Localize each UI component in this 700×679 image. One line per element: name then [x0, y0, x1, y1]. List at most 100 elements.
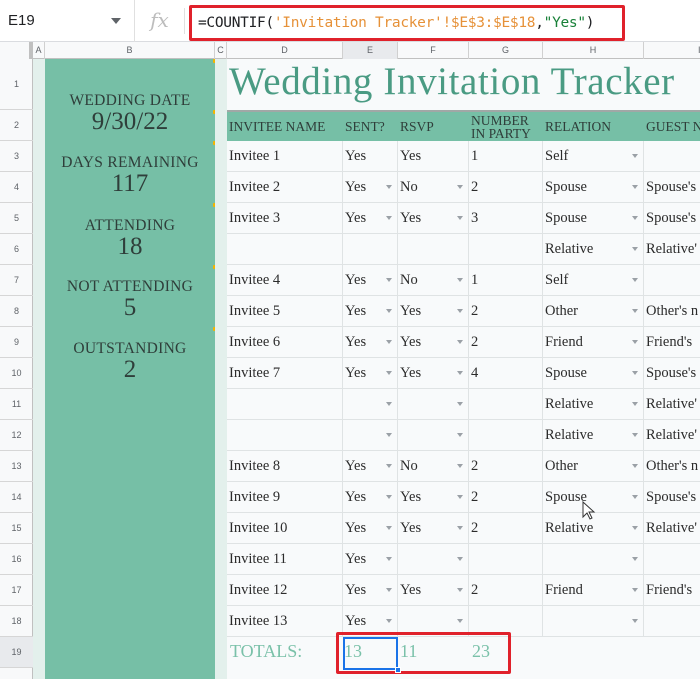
dropdown-arrow-icon[interactable]	[457, 495, 463, 499]
row-header-16[interactable]: 16	[0, 544, 33, 575]
dropdown-arrow-icon[interactable]	[386, 309, 392, 313]
invitee-name-cell[interactable]: Invitee 13	[227, 606, 343, 636]
relation-cell[interactable]: Spouse	[543, 172, 644, 202]
row-header-17[interactable]: 17	[0, 575, 33, 606]
dropdown-arrow-icon[interactable]	[457, 402, 463, 406]
dropdown-arrow-icon[interactable]	[632, 526, 638, 530]
fill-handle[interactable]	[395, 667, 401, 673]
dropdown-arrow-icon[interactable]	[632, 588, 638, 592]
invitee-name-cell[interactable]: Invitee 12	[227, 575, 343, 605]
dropdown-arrow-icon[interactable]	[457, 371, 463, 375]
dropdown-arrow-icon[interactable]	[632, 185, 638, 189]
dropdown-arrow-icon[interactable]	[457, 557, 463, 561]
relation-cell[interactable]: Spouse	[543, 358, 644, 388]
dropdown-arrow-icon[interactable]	[457, 309, 463, 313]
dropdown-arrow-icon[interactable]	[386, 185, 392, 189]
guest-name-cell[interactable]	[644, 606, 700, 636]
column-header-i[interactable]: I	[644, 42, 700, 59]
relation-cell[interactable]: Other	[543, 296, 644, 326]
guest-name-cell[interactable]: Relative'	[644, 420, 700, 450]
party-cell[interactable]: 2	[469, 575, 543, 605]
party-cell[interactable]: 1	[469, 141, 543, 171]
row-header-9[interactable]: 9	[0, 327, 33, 358]
guest-name-cell[interactable]: Friend's	[644, 575, 700, 605]
invitee-name-cell[interactable]: Invitee 3	[227, 203, 343, 233]
dropdown-arrow-icon[interactable]	[632, 371, 638, 375]
relation-cell[interactable]: Spouse	[543, 203, 644, 233]
invitee-name-cell[interactable]: Invitee 2	[227, 172, 343, 202]
dropdown-arrow-icon[interactable]	[632, 154, 638, 158]
rsvp-cell[interactable]: Yes	[398, 141, 469, 171]
party-cell[interactable]: 2	[469, 172, 543, 202]
dropdown-arrow-icon[interactable]	[386, 371, 392, 375]
dropdown-arrow-icon[interactable]	[457, 464, 463, 468]
invitee-name-cell[interactable]: Invitee 6	[227, 327, 343, 357]
row-header-11[interactable]: 11	[0, 389, 33, 420]
invitee-name-cell[interactable]	[227, 420, 343, 450]
column-header-a[interactable]: A	[33, 42, 45, 59]
chevron-down-icon[interactable]	[111, 17, 121, 24]
dropdown-arrow-icon[interactable]	[632, 309, 638, 313]
invitee-name-cell[interactable]	[227, 234, 343, 264]
relation-cell[interactable]: Relative	[543, 420, 644, 450]
row-header-5[interactable]: 5	[0, 203, 33, 234]
guest-name-cell[interactable]: Spouse's	[644, 358, 700, 388]
party-cell[interactable]: 2	[469, 296, 543, 326]
dropdown-arrow-icon[interactable]	[457, 433, 463, 437]
dropdown-arrow-icon[interactable]	[457, 216, 463, 220]
party-cell[interactable]	[469, 234, 543, 264]
invitee-name-cell[interactable]: Invitee 4	[227, 265, 343, 295]
invitee-name-cell[interactable]	[227, 389, 343, 419]
invitee-name-cell[interactable]: Invitee 5	[227, 296, 343, 326]
days-remaining-value[interactable]: 117	[45, 171, 215, 197]
guest-name-cell[interactable]: Other's n	[644, 296, 700, 326]
sent-cell[interactable]	[343, 234, 398, 264]
relation-cell[interactable]: Friend	[543, 575, 644, 605]
invitee-name-cell[interactable]: Invitee 9	[227, 482, 343, 512]
guest-name-cell[interactable]: Relative'	[644, 389, 700, 419]
column-header-f[interactable]: F	[398, 42, 469, 59]
party-cell[interactable]: 2	[469, 327, 543, 357]
relation-cell[interactable]: Relative	[543, 234, 644, 264]
column-header-g[interactable]: G	[469, 42, 543, 59]
dropdown-arrow-icon[interactable]	[632, 216, 638, 220]
invitee-name-cell[interactable]: Invitee 1	[227, 141, 343, 171]
wedding-date-value[interactable]: 9/30/22	[45, 109, 215, 135]
row-header-18[interactable]: 18	[0, 606, 33, 637]
dropdown-arrow-icon[interactable]	[386, 402, 392, 406]
party-cell[interactable]: 2	[469, 513, 543, 543]
row-header-7[interactable]: 7	[0, 265, 33, 296]
row-header-15[interactable]: 15	[0, 513, 33, 544]
dropdown-arrow-icon[interactable]	[632, 464, 638, 468]
header-sent[interactable]: SENT?	[343, 112, 398, 141]
invitee-name-cell[interactable]: Invitee 11	[227, 544, 343, 574]
row-header-2[interactable]: 2	[0, 110, 33, 141]
name-box[interactable]: E19	[0, 0, 135, 42]
dropdown-arrow-icon[interactable]	[632, 495, 638, 499]
column-header-b[interactable]: B	[45, 42, 215, 59]
relation-cell[interactable]: Friend	[543, 327, 644, 357]
dropdown-arrow-icon[interactable]	[386, 557, 392, 561]
row-header-13[interactable]: 13	[0, 451, 33, 482]
select-all-corner[interactable]	[0, 42, 33, 59]
dropdown-arrow-icon[interactable]	[386, 495, 392, 499]
dropdown-arrow-icon[interactable]	[457, 278, 463, 282]
header-invitee-name[interactable]: INVITEE NAME	[227, 112, 343, 141]
guest-name-cell[interactable]	[644, 265, 700, 295]
row-header-6[interactable]: 6	[0, 234, 33, 265]
party-cell[interactable]: 3	[469, 203, 543, 233]
row-header-3[interactable]: 3	[0, 141, 33, 172]
sheet-title[interactable]: Wedding Invitation Tracker	[229, 59, 675, 110]
guest-name-cell[interactable]: Spouse's	[644, 482, 700, 512]
guest-name-cell[interactable]: Spouse's	[644, 203, 700, 233]
not-attending-value[interactable]: 5	[45, 295, 215, 321]
column-header-h[interactable]: H	[543, 42, 644, 59]
selected-cell-e19[interactable]	[343, 637, 398, 670]
dropdown-arrow-icon[interactable]	[457, 185, 463, 189]
dropdown-arrow-icon[interactable]	[632, 619, 638, 623]
guest-name-cell[interactable]: Friend's	[644, 327, 700, 357]
invitee-name-cell[interactable]: Invitee 8	[227, 451, 343, 481]
party-cell[interactable]	[469, 389, 543, 419]
invitee-name-cell[interactable]: Invitee 10	[227, 513, 343, 543]
guest-name-cell[interactable]	[644, 141, 700, 171]
